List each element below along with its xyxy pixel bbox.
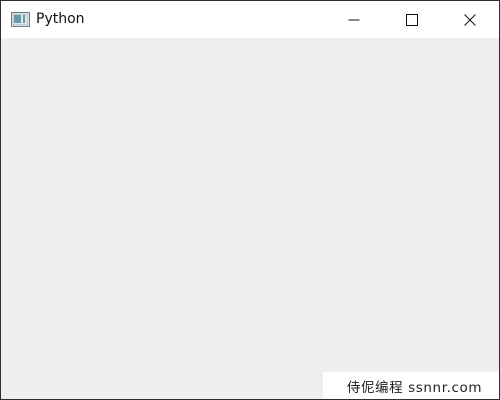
maximize-icon (406, 13, 418, 26)
python-window-icon (11, 12, 30, 27)
minimize-icon (348, 14, 360, 26)
maximize-button[interactable] (383, 1, 441, 38)
window-titlebar[interactable]: Python (1, 1, 499, 38)
watermark-text: 侍伲编程 ssnnr.com (346, 379, 483, 396)
window-client-area (1, 38, 499, 399)
window-title: Python (36, 11, 85, 27)
close-button[interactable] (441, 1, 499, 38)
close-icon (464, 13, 476, 26)
site-watermark: 侍伲编程 ssnnr.com (323, 372, 499, 399)
python-app-window: Python 侍伲编程 ssnnr.com (0, 0, 500, 400)
window-controls (325, 1, 499, 38)
minimize-button[interactable] (325, 1, 383, 38)
